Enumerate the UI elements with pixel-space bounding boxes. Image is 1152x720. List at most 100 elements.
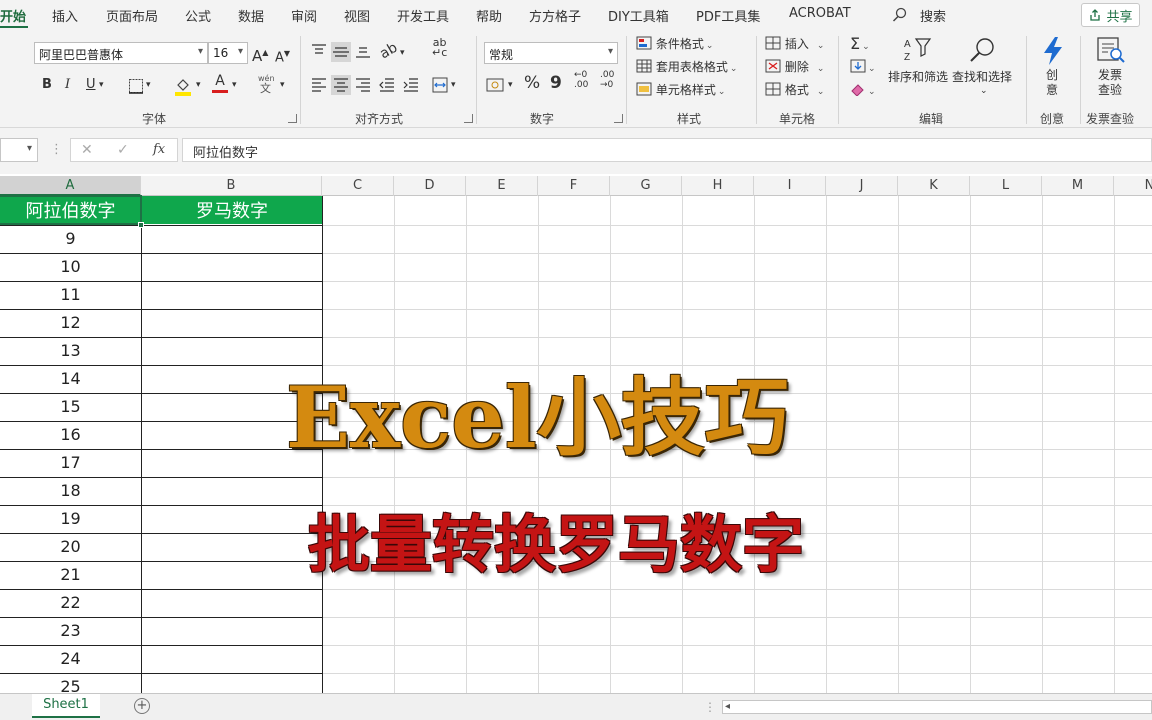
column-header-i[interactable]: I	[754, 176, 826, 196]
confirm-entry-button[interactable]: ✓	[117, 141, 129, 159]
column-header-d[interactable]: D	[394, 176, 466, 196]
column-header-f[interactable]: F	[538, 176, 610, 196]
find-select-icon[interactable]	[968, 36, 998, 64]
cell-styles-button[interactable]: 单元格样式 ⌄	[636, 81, 725, 101]
cell-a-value[interactable]: 13	[0, 337, 141, 365]
tab-diy-toolbox[interactable]: DIY工具箱	[608, 6, 669, 25]
cell-a-value[interactable]: 24	[0, 645, 141, 673]
cell-a-value[interactable]: 22	[0, 589, 141, 617]
shrink-font-button[interactable]: A▼	[275, 45, 290, 67]
chevron-down-icon[interactable]: ▾	[99, 76, 104, 94]
cell-a-value[interactable]: 25	[0, 673, 141, 693]
horizontal-scrollbar[interactable]: ◂	[722, 700, 1152, 714]
chevron-down-icon[interactable]: ▾	[400, 44, 405, 62]
scroll-left-icon[interactable]: ◂	[725, 701, 730, 713]
tab-search[interactable]: 搜索	[920, 6, 946, 25]
tab-review[interactable]: 审阅	[291, 6, 317, 25]
chevron-down-icon[interactable]: ▾	[232, 76, 237, 94]
align-top-icon[interactable]	[311, 44, 327, 58]
column-header-k[interactable]: K	[898, 176, 970, 196]
border-icon[interactable]	[128, 78, 144, 94]
column-header-e[interactable]: E	[466, 176, 538, 196]
cell-a-value[interactable]: 11	[0, 281, 141, 309]
column-header-b[interactable]: B	[141, 176, 322, 196]
tab-acrobat[interactable]: ACROBAT	[789, 6, 851, 21]
column-header-a[interactable]: A	[0, 176, 141, 196]
cell-b1-header[interactable]: 罗马数字	[142, 196, 322, 224]
chevron-down-icon[interactable]: ▾	[451, 76, 456, 94]
column-header-l[interactable]: L	[970, 176, 1042, 196]
sort-filter-label[interactable]: 排序和筛选	[888, 68, 948, 86]
font-name-select[interactable]: 阿里巴巴普惠体 ▾	[34, 42, 208, 64]
chevron-down-icon[interactable]: ▾	[196, 76, 201, 94]
cell-a-value[interactable]: 15	[0, 393, 141, 421]
align-center-icon[interactable]	[331, 75, 351, 95]
tab-formulas[interactable]: 公式	[185, 6, 211, 25]
cell-a-value[interactable]: 21	[0, 561, 141, 589]
column-header-c[interactable]: C	[322, 176, 394, 196]
chevron-down-icon[interactable]: ⌄	[980, 82, 988, 100]
align-right-icon[interactable]	[355, 78, 371, 92]
align-left-icon[interactable]	[311, 78, 327, 92]
fill-button[interactable]: ⌄	[850, 58, 876, 78]
clear-button[interactable]: ⌄	[850, 81, 876, 101]
tab-view[interactable]: 视图	[344, 6, 370, 25]
tab-home[interactable]: 开始	[0, 6, 26, 25]
font-size-select[interactable]: 16 ▾	[208, 42, 248, 64]
increase-decimal-button[interactable]: ←0 .00	[574, 70, 588, 90]
tab-insert[interactable]: 插入	[52, 6, 78, 25]
lightning-icon[interactable]	[1040, 36, 1066, 66]
column-header-j[interactable]: J	[826, 176, 898, 196]
tab-data[interactable]: 数据	[238, 6, 264, 25]
decrease-decimal-button[interactable]: .00 →0	[600, 70, 614, 90]
cancel-entry-button[interactable]: ✕	[81, 141, 93, 159]
add-sheet-button[interactable]: +	[134, 698, 150, 714]
column-header-m[interactable]: M	[1042, 176, 1114, 196]
cell-a-value[interactable]: 14	[0, 365, 141, 393]
alignment-dialog-launcher-icon[interactable]	[464, 114, 473, 123]
sheet-tab-sheet1[interactable]: Sheet1	[32, 694, 100, 718]
cell-a-value[interactable]: 9	[0, 225, 141, 253]
cell-a-value[interactable]: 16	[0, 421, 141, 449]
cell-a-value[interactable]: 23	[0, 617, 141, 645]
accounting-format-icon[interactable]	[486, 78, 504, 92]
format-cells-button[interactable]: 格式 ⌄	[765, 81, 824, 101]
number-dialog-launcher-icon[interactable]	[614, 114, 623, 123]
wrap-text-icon[interactable]: ab ↵c	[432, 37, 447, 58]
search-icon[interactable]	[892, 7, 908, 23]
formula-input[interactable]: 阿拉伯数字	[182, 138, 1152, 162]
cell-a-value[interactable]: 10	[0, 253, 141, 281]
invoice-check-icon[interactable]	[1096, 36, 1126, 64]
format-as-table-button[interactable]: 套用表格格式 ⌄	[636, 58, 737, 78]
insert-function-button[interactable]: fx	[153, 141, 165, 159]
column-header-h[interactable]: H	[682, 176, 754, 196]
tab-fangfang[interactable]: 方方格子	[529, 6, 581, 25]
font-dialog-launcher-icon[interactable]	[288, 114, 297, 123]
chevron-down-icon[interactable]: ▾	[280, 76, 285, 94]
merge-center-icon[interactable]	[432, 77, 448, 93]
increase-indent-icon[interactable]	[403, 78, 419, 92]
orientation-icon[interactable]: ab	[377, 39, 401, 63]
align-middle-icon[interactable]	[331, 42, 351, 62]
grow-font-button[interactable]: A▲	[252, 44, 268, 65]
autosum-button[interactable]: Σ ⌄	[850, 35, 870, 56]
italic-button[interactable]: I	[65, 76, 70, 94]
chevron-down-icon[interactable]: ▾	[508, 76, 513, 94]
fill-color-icon[interactable]	[174, 76, 192, 96]
tab-developer[interactable]: 开发工具	[397, 6, 449, 25]
cell-a-value[interactable]: 12	[0, 309, 141, 337]
comma-style-button[interactable]: 9	[550, 74, 562, 92]
invoice-check-button-label[interactable]: 发票 查验	[1098, 68, 1122, 98]
underline-button[interactable]: U	[86, 76, 96, 94]
tab-pdf-tools[interactable]: PDF工具集	[696, 6, 760, 25]
tab-help[interactable]: 帮助	[476, 6, 502, 25]
column-header-n[interactable]: N	[1114, 176, 1152, 196]
share-button[interactable]: 共享	[1081, 3, 1140, 27]
bold-button[interactable]: B	[42, 76, 52, 94]
creative-button-label[interactable]: 创 意	[1046, 68, 1058, 98]
decrease-indent-icon[interactable]	[379, 78, 395, 92]
delete-cells-button[interactable]: 删除 ⌄	[765, 58, 824, 78]
fill-handle[interactable]	[138, 222, 144, 228]
cell-a-value[interactable]: 17	[0, 449, 141, 477]
column-header-g[interactable]: G	[610, 176, 682, 196]
